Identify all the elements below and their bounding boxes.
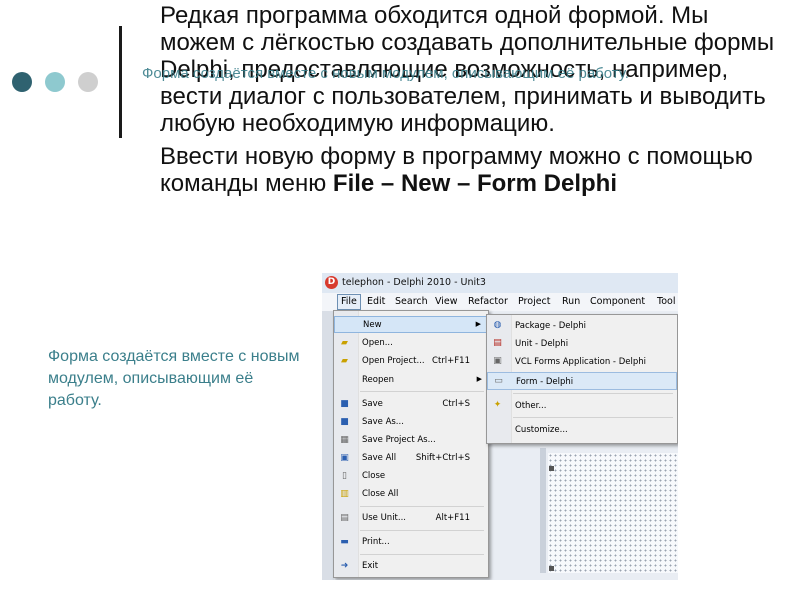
overlapping-ghost-caption: Форма создаётся вместе с новым модулем, … — [142, 65, 629, 82]
menu-separator — [360, 506, 484, 507]
decor-dot-dark — [12, 72, 32, 92]
close-file-icon: ▯ — [342, 471, 347, 481]
resize-grip-icon[interactable] — [549, 566, 554, 571]
menu-item-label: Open... — [362, 338, 393, 348]
menu-item-label: Exit — [362, 561, 379, 571]
caption-text: Форма создаётся вместе с новым модулем, … — [48, 348, 300, 409]
menu-project[interactable]: Project — [518, 296, 551, 307]
menu-item-shortcut: Ctrl+F11 — [432, 356, 470, 366]
resize-grip-icon[interactable] — [549, 466, 554, 471]
menu-item-close[interactable]: ▯ Close — [334, 468, 488, 485]
menu-item-label: Open Project... — [362, 356, 425, 366]
menu-item-label: Unit - Delphi — [515, 339, 569, 349]
save-icon: ■ — [340, 399, 349, 409]
menu-file[interactable]: File — [337, 294, 361, 310]
menu-item-label: Save All — [362, 453, 397, 463]
menu-view[interactable]: View — [435, 296, 458, 307]
save-project-icon: ▦ — [340, 435, 349, 445]
submenu-item-form[interactable]: ▭ Form - Delphi — [487, 372, 677, 390]
new-submenu: ◍ Package - Delphi ▤ Unit - Delphi ▣ VCL… — [486, 314, 678, 444]
submenu-item-other[interactable]: ✦ Other... — [487, 397, 677, 415]
menu-item-new[interactable]: New ▶ — [334, 316, 488, 333]
menu-item-label: Customize... — [515, 425, 568, 435]
menu-item-exit[interactable]: ➜ Exit — [334, 558, 488, 575]
menu-refactor[interactable]: Refactor — [468, 296, 508, 307]
menu-component[interactable]: Component — [590, 296, 645, 307]
menu-separator — [360, 554, 484, 555]
menu-item-save[interactable]: ■ Save Ctrl+S — [334, 396, 488, 413]
menu-item-label: Save Project As... — [362, 435, 436, 445]
menu-item-save-as[interactable]: ■ Save As... — [334, 414, 488, 431]
form-designer-grid[interactable] — [548, 453, 678, 573]
menu-run[interactable]: Run — [562, 296, 580, 307]
save-all-icon: ▣ — [340, 453, 349, 463]
menu-item-label: Close — [362, 471, 386, 481]
menu-item-label: Print... — [362, 537, 390, 547]
file-dropdown-menu: New ▶ ▰ Open... ▰ Open Project... Ctrl+F… — [333, 310, 489, 578]
decor-dot-gray — [78, 72, 98, 92]
bullet-2-command: File – New – Form Delphi — [332, 170, 617, 197]
menu-item-shortcut: Ctrl+S — [442, 399, 470, 409]
window-titlebar: D telephon - Delphi 2010 - Unit3 — [322, 273, 678, 293]
menu-item-label: Close All — [362, 489, 399, 499]
menu-separator — [360, 391, 484, 392]
menu-item-shortcut: Shift+Ctrl+S — [415, 453, 470, 463]
form-icon: ▭ — [494, 376, 503, 386]
menu-item-label: Package - Delphi — [515, 321, 586, 331]
menu-item-label: Other... — [515, 401, 547, 411]
unit-icon: ▤ — [493, 338, 502, 348]
menu-item-open-project[interactable]: ▰ Open Project... Ctrl+F11 — [334, 353, 488, 370]
menu-item-label: Save — [362, 399, 383, 409]
submenu-arrow-icon: ▶ — [476, 375, 482, 383]
decor-dot-light — [45, 72, 65, 92]
open-folder-icon: ▰ — [341, 338, 348, 348]
menu-edit[interactable]: Edit — [367, 296, 385, 307]
print-icon: ▬ — [340, 537, 349, 547]
menu-item-label: New — [363, 320, 382, 330]
menu-item-print[interactable]: ▬ Print... — [334, 534, 488, 551]
close-all-icon: ▥ — [340, 489, 349, 499]
menu-item-label: Use Unit... — [362, 513, 406, 523]
menu-separator — [360, 530, 484, 531]
other-icon: ✦ — [493, 400, 502, 410]
menu-item-open[interactable]: ▰ Open... — [334, 335, 488, 352]
submenu-item-vcl-forms-app[interactable]: ▣ VCL Forms Application - Delphi — [487, 353, 677, 371]
menu-item-save-all[interactable]: ▣ Save All Shift+Ctrl+S — [334, 450, 488, 467]
vcl-app-icon: ▣ — [493, 356, 502, 366]
menu-item-label: Form - Delphi — [516, 377, 574, 387]
bullet-2: Ввести новую форму в программу можно с п… — [128, 143, 788, 197]
decor-vertical-line — [119, 26, 122, 138]
save-as-icon: ■ — [340, 417, 349, 427]
menu-search[interactable]: Search — [395, 296, 428, 307]
menu-tools[interactable]: Tool — [657, 296, 675, 307]
menu-item-label: Save As... — [362, 417, 404, 427]
submenu-item-customize[interactable]: Customize... — [487, 421, 677, 439]
submenu-item-unit[interactable]: ▤ Unit - Delphi — [487, 335, 677, 353]
menu-separator — [513, 393, 673, 394]
menu-item-save-project-as[interactable]: ▦ Save Project As... — [334, 432, 488, 449]
menu-item-label: VCL Forms Application - Delphi — [515, 357, 646, 367]
menu-item-reopen[interactable]: Reopen ▶ — [334, 372, 488, 389]
menu-separator — [513, 417, 673, 418]
submenu-arrow-icon: ▶ — [475, 320, 481, 328]
menu-item-shortcut: Alt+F11 — [435, 513, 470, 523]
form-designer-frame — [540, 448, 546, 573]
use-unit-icon: ▤ — [340, 513, 349, 523]
menu-item-label: Reopen — [362, 375, 394, 385]
menu-item-use-unit[interactable]: ▤ Use Unit... Alt+F11 — [334, 510, 488, 527]
delphi-app-icon: D — [325, 276, 338, 289]
exit-icon: ➜ — [340, 561, 349, 571]
submenu-item-package[interactable]: ◍ Package - Delphi — [487, 317, 677, 335]
window-title: telephon - Delphi 2010 - Unit3 — [342, 277, 486, 288]
delphi-screenshot: D telephon - Delphi 2010 - Unit3 File Ed… — [322, 273, 678, 580]
open-project-icon: ▰ — [341, 356, 348, 366]
menu-item-close-all[interactable]: ▥ Close All — [334, 486, 488, 503]
slide-bullets: Редкая программа обходится одной формой.… — [128, 2, 788, 203]
package-icon: ◍ — [493, 320, 502, 330]
